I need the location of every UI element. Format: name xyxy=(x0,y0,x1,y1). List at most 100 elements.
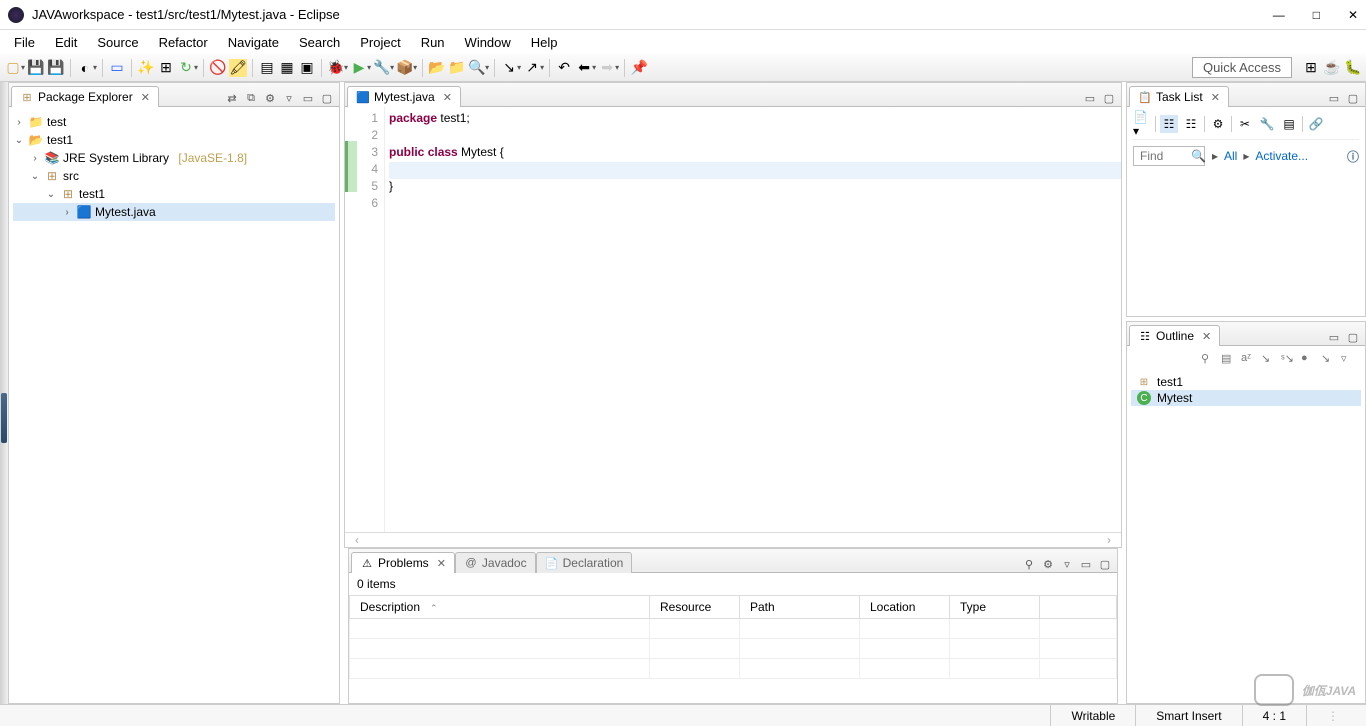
tree-file-mytest[interactable]: ›🟦Mytest.java xyxy=(13,203,335,221)
link-icon[interactable]: 🔗 xyxy=(1307,115,1325,133)
close-button[interactable]: ✕ xyxy=(1348,8,1358,22)
new-project-icon[interactable]: 📂 xyxy=(428,59,446,77)
minimize-icon[interactable]: ▭ xyxy=(1326,90,1342,106)
maximize-button[interactable]: □ xyxy=(1313,8,1320,22)
view-menu-icon[interactable]: ▿ xyxy=(281,90,297,106)
code-area[interactable]: package test1; public class Mytest { } xyxy=(385,107,1121,532)
az-icon[interactable]: aᶻ xyxy=(1241,352,1257,368)
new-task-icon[interactable]: 📄▾ xyxy=(1133,115,1151,133)
minimize-icon[interactable]: ▭ xyxy=(1082,90,1098,106)
editor-scrollbar[interactable]: ‹› xyxy=(345,532,1121,547)
search-icon[interactable]: 🔍 xyxy=(1191,149,1206,163)
col-location[interactable]: Location xyxy=(860,596,950,619)
tab-outline[interactable]: ☷ Outline ✕ xyxy=(1129,325,1220,346)
search-icon[interactable]: 🔍 xyxy=(468,59,486,77)
menu-project[interactable]: Project xyxy=(350,33,410,52)
save-all-icon[interactable]: 💾 xyxy=(47,59,65,77)
menu-navigate[interactable]: Navigate xyxy=(218,33,289,52)
hide-fields-icon[interactable]: ↘ xyxy=(1261,352,1277,368)
run-icon[interactable]: ▶ xyxy=(350,59,368,77)
tree-src[interactable]: ⌄⊞src xyxy=(13,167,335,185)
collapse-icon[interactable]: ▤ xyxy=(258,59,276,77)
all-link[interactable]: All xyxy=(1224,149,1237,163)
maximize-icon[interactable]: ▢ xyxy=(1345,90,1361,106)
open-icon[interactable]: 📁 xyxy=(448,59,466,77)
tab-problems[interactable]: ⚠ Problems ✕ xyxy=(351,552,455,573)
package-icon[interactable]: ⊞ xyxy=(157,59,175,77)
close-icon[interactable]: ✕ xyxy=(1211,91,1220,104)
minimize-icon[interactable]: ▭ xyxy=(1078,556,1094,572)
maximize-icon[interactable]: ▢ xyxy=(1345,329,1361,345)
tab-declaration[interactable]: 📄 Declaration xyxy=(536,552,633,573)
menu-search[interactable]: Search xyxy=(289,33,350,52)
quick-access[interactable]: Quick Access xyxy=(1192,57,1292,78)
focus-task-icon[interactable]: ⚙ xyxy=(1209,115,1227,133)
open-type-icon[interactable]: ▭ xyxy=(108,59,126,77)
run-last-icon[interactable]: 🔧 xyxy=(373,59,391,77)
view-menu-icon[interactable]: ▿ xyxy=(1341,352,1357,368)
editor-body[interactable]: 123 456 package test1; public class Myte… xyxy=(345,107,1121,532)
pin-icon[interactable]: 📌 xyxy=(630,59,648,77)
tree-package-test1[interactable]: ⌄⊞test1 xyxy=(13,185,335,203)
tab-mytest-java[interactable]: 🟦 Mytest.java ✕ xyxy=(347,86,461,107)
coverage-icon[interactable]: 📦 xyxy=(396,59,414,77)
minimize-button[interactable]: — xyxy=(1273,8,1285,22)
menu-help[interactable]: Help xyxy=(521,33,568,52)
prev-annotation-icon[interactable]: ↗ xyxy=(523,59,541,77)
java-perspective-icon[interactable]: ☕ xyxy=(1323,59,1341,77)
outline-package[interactable]: ⊞ test1 xyxy=(1131,374,1361,390)
close-icon[interactable]: ✕ xyxy=(141,91,150,104)
close-icon[interactable]: ✕ xyxy=(437,557,446,570)
minimize-icon[interactable]: ▭ xyxy=(300,90,316,106)
back-icon[interactable]: ⬅ xyxy=(575,59,593,77)
tree-project-test1[interactable]: ⌄📂test1 xyxy=(13,131,335,149)
new-icon[interactable]: ▢ xyxy=(4,59,22,77)
tree-jre[interactable]: ›📚JRE System Library [JavaSE-1.8] xyxy=(13,149,335,167)
tab-javadoc[interactable]: @ Javadoc xyxy=(455,552,536,573)
trim-handle[interactable] xyxy=(1,393,7,443)
open-perspective-icon[interactable]: ⊞ xyxy=(1302,59,1320,77)
schedule-icon[interactable]: ☷ xyxy=(1182,115,1200,133)
collapse-all-icon[interactable]: ⇄ xyxy=(224,90,240,106)
focus-icon[interactable]: ⚲ xyxy=(1021,556,1037,572)
help-icon[interactable]: ⓘ xyxy=(1347,148,1359,165)
col-description[interactable]: Description⌃ xyxy=(350,596,650,619)
debug-perspective-icon[interactable]: 🐛 xyxy=(1344,59,1362,77)
sync-icon[interactable]: 🔧 xyxy=(1258,115,1276,133)
col-resource[interactable]: Resource xyxy=(650,596,740,619)
forward-icon[interactable]: ➡ xyxy=(598,59,616,77)
mark-icon[interactable]: ▣ xyxy=(298,59,316,77)
highlight-icon[interactable]: 🖍 xyxy=(229,59,247,77)
menu-source[interactable]: Source xyxy=(87,33,148,52)
menu-run[interactable]: Run xyxy=(411,33,455,52)
menu-edit[interactable]: Edit xyxy=(45,33,87,52)
debug-icon[interactable]: 🐞 xyxy=(327,59,345,77)
close-icon[interactable]: ✕ xyxy=(1202,330,1211,343)
menu-window[interactable]: Window xyxy=(455,33,521,52)
filter-icon[interactable]: ⚙ xyxy=(1040,556,1056,572)
menu-refactor[interactable]: Refactor xyxy=(149,33,218,52)
close-icon[interactable]: ✕ xyxy=(443,91,452,104)
maximize-icon[interactable]: ▢ xyxy=(1097,556,1113,572)
hide-local-icon[interactable]: ↘ xyxy=(1321,352,1337,368)
save-icon[interactable]: 💾 xyxy=(27,59,45,77)
maximize-icon[interactable]: ▢ xyxy=(1101,90,1117,106)
focus-icon[interactable]: ⚲ xyxy=(1201,352,1217,368)
last-edit-icon[interactable]: ↶ xyxy=(555,59,573,77)
hide-static-icon[interactable]: ˢ↘ xyxy=(1281,352,1297,368)
view-menu-icon[interactable]: ▿ xyxy=(1059,556,1075,572)
col-path[interactable]: Path xyxy=(740,596,860,619)
tab-task-list[interactable]: 📋 Task List ✕ xyxy=(1129,86,1229,107)
link-editor-icon[interactable]: ⧉ xyxy=(243,90,259,106)
block-icon[interactable]: ▦ xyxy=(278,59,296,77)
maximize-icon[interactable]: ▢ xyxy=(319,90,335,106)
sort-icon[interactable]: ▤ xyxy=(1221,352,1237,368)
collapse-icon[interactable]: ▤ xyxy=(1280,115,1298,133)
stop-icon[interactable]: 🚫 xyxy=(209,59,227,77)
minimize-icon[interactable]: ▭ xyxy=(1326,329,1342,345)
hide-icon[interactable]: ✂ xyxy=(1236,115,1254,133)
wand-icon[interactable]: ✨ xyxy=(137,59,155,77)
toggle-icon[interactable]: ◐ xyxy=(76,59,94,77)
col-type[interactable]: Type xyxy=(950,596,1040,619)
filter-icon[interactable]: ⚙ xyxy=(262,90,278,106)
